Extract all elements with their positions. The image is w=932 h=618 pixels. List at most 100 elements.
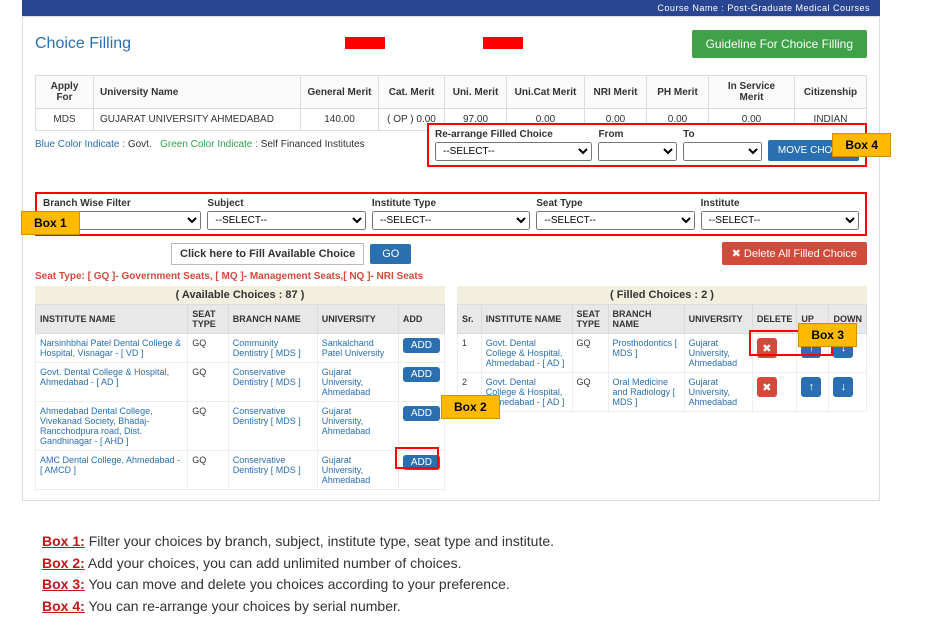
filter-insttype-label: Institute Type	[372, 198, 530, 209]
fill-available-label: Click here to Fill Available Choice	[171, 243, 364, 265]
col-apply-for: Apply For	[36, 76, 94, 109]
acol-univ: UNIVERSITY	[317, 305, 398, 334]
note-box3-head: Box 3:	[42, 576, 85, 592]
move-down-button[interactable]: ↓	[833, 377, 853, 397]
filter-institute-label: Institute	[701, 198, 859, 209]
acol-branch: BRANCH NAME	[228, 305, 317, 334]
acol-inst: INSTITUTE NAME	[36, 305, 188, 334]
table-row: 2 Govt. Dental College & Hospital, Ahmed…	[458, 373, 867, 412]
filter-insttype-select[interactable]: --SELECT--	[372, 211, 530, 230]
cell-branch: Conservative Dentistry [ MDS ]	[228, 451, 317, 490]
note-box1: Box 1: Filter your choices by branch, su…	[42, 531, 880, 553]
seat-type-legend: Seat Type: [ GQ ]- Government Seats, [ M…	[35, 271, 867, 282]
topbar-course-name: Course Name : Post-Graduate Medical Cour…	[657, 3, 870, 13]
note-box4-text: You can re-arrange your choices by seria…	[88, 598, 400, 614]
col-ph: PH Merit	[647, 76, 709, 109]
table-row: AMC Dental College, Ahmedabad - [ AMCD ]…	[36, 451, 445, 490]
topbar: Course Name : Post-Graduate Medical Cour…	[22, 0, 880, 16]
add-button[interactable]: ADD	[403, 406, 440, 421]
cell-branch: Conservative Dentistry [ MDS ]	[228, 363, 317, 402]
note-box1-head: Box 1:	[42, 533, 85, 549]
rearrange-select[interactable]: --SELECT--	[435, 142, 592, 161]
available-choices-panel: ( Available Choices : 87 ) INSTITUTE NAM…	[35, 286, 445, 490]
val-apply-for: MDS	[36, 109, 94, 131]
acol-add: ADD	[398, 305, 444, 334]
cell-branch: Conservative Dentistry [ MDS ]	[228, 402, 317, 451]
redaction-block-2	[483, 37, 523, 49]
cell-seat: GQ	[572, 373, 608, 412]
acol-seat: SEAT TYPE	[188, 305, 229, 334]
col-gen: General Merit	[301, 76, 379, 109]
cell-univ: Sankalchand Patel University	[317, 334, 398, 363]
col-nri: NRI Merit	[585, 76, 647, 109]
filter-subject-label: Subject	[207, 198, 365, 209]
delete-row-button[interactable]: ✖	[757, 377, 777, 397]
add-button[interactable]: ADD	[403, 367, 440, 382]
table-row: Narsinhbhai Patel Dental College & Hospi…	[36, 334, 445, 363]
filter-subject-select[interactable]: --SELECT--	[207, 211, 365, 230]
col-unicat: Uni.Cat Merit	[507, 76, 585, 109]
fcol-branch: BRANCH NAME	[608, 305, 684, 334]
fcol-univ: UNIVERSITY	[684, 305, 752, 334]
rearrange-from-label: From	[598, 129, 677, 140]
filled-choices-panel: ( Filled Choices : 2 ) Sr. INSTITUTE NAM…	[457, 286, 867, 490]
cell-branch: Oral Medicine and Radiology [ MDS ]	[608, 373, 684, 412]
rearrange-to-label: To	[683, 129, 762, 140]
rearrange-to-select[interactable]	[683, 142, 762, 161]
cell-branch: Community Dentistry [ MDS ]	[228, 334, 317, 363]
table-row: Ahmedabad Dental College, Vivekanad Soci…	[36, 402, 445, 451]
rearrange-from-select[interactable]	[598, 142, 677, 161]
guideline-button[interactable]: Guideline For Choice Filling	[692, 30, 867, 58]
legend-blue-lead: Blue Color Indicate :	[35, 139, 125, 150]
val-university: GUJARAT UNIVERSITY AHMEDABAD	[94, 109, 301, 131]
filter-seattype-select[interactable]: --SELECT--	[536, 211, 694, 230]
cell-univ: Gujarat University, Ahmedabad	[317, 363, 398, 402]
available-count: ( Available Choices : 87 )	[35, 286, 445, 304]
cell-branch: Prosthodontics [ MDS ]	[608, 334, 684, 373]
annotation-box1: Box 1	[21, 211, 80, 235]
note-box2-head: Box 2:	[42, 555, 85, 571]
move-up-button[interactable]: ↑	[801, 377, 821, 397]
col-cat: Cat. Merit	[379, 76, 445, 109]
cell-inst: Narsinhbhai Patel Dental College & Hospi…	[36, 334, 188, 363]
col-cit: Citizenship	[795, 76, 867, 109]
filter-seattype-label: Seat Type	[536, 198, 694, 209]
go-button[interactable]: GO	[370, 244, 411, 264]
legend-green-lead: Green Color Indicate :	[160, 139, 258, 150]
note-box4-head: Box 4:	[42, 598, 85, 614]
note-box3-text: You can move and delete you choices acco…	[88, 576, 509, 592]
note-box3: Box 3: You can move and delete you choic…	[42, 574, 880, 596]
filled-table: Sr. INSTITUTE NAME SEAT TYPE BRANCH NAME…	[457, 304, 867, 412]
filters-box: Branch Wise Filter MDS Subject --SELECT-…	[35, 192, 867, 236]
delete-all-button[interactable]: ✖ Delete All Filled Choice	[722, 242, 867, 265]
cell-seat: GQ	[188, 402, 229, 451]
annotation-box4: Box 4	[832, 133, 891, 157]
filled-count: ( Filled Choices : 2 )	[457, 286, 867, 304]
cell-seat: GQ	[188, 451, 229, 490]
fcol-seat: SEAT TYPE	[572, 305, 608, 334]
redaction-block-1	[345, 37, 385, 49]
filter-institute-select[interactable]: --SELECT--	[701, 211, 859, 230]
cell-univ: Gujarat University, Ahmedabad	[317, 451, 398, 490]
legend-green-val: Self Financed Institutes	[261, 139, 365, 150]
col-serv: In Service Merit	[709, 76, 795, 109]
cell-inst: AMC Dental College, Ahmedabad - [ AMCD ]	[36, 451, 188, 490]
cell-sr: 1	[458, 334, 482, 373]
add-button[interactable]: ADD	[403, 338, 440, 353]
val-gen: 140.00	[301, 109, 379, 131]
cell-seat: GQ	[188, 334, 229, 363]
cell-univ: Gujarat University, Ahmedabad	[317, 402, 398, 451]
page-title: Choice Filling	[35, 35, 131, 53]
cell-univ: Gujarat University, Ahmedabad	[684, 334, 752, 373]
note-box2: Box 2: Add your choices, you can add unl…	[42, 553, 880, 575]
note-box1-text: Filter your choices by branch, subject, …	[89, 533, 554, 549]
annotation-box3: Box 3	[798, 323, 857, 347]
rearrange-box: Re-arrange Filled Choice --SELECT-- From…	[427, 123, 867, 167]
cell-inst: Govt. Dental College & Hospital, Ahmedab…	[36, 363, 188, 402]
cell-univ: Gujarat University, Ahmedabad	[684, 373, 752, 412]
available-table: INSTITUTE NAME SEAT TYPE BRANCH NAME UNI…	[35, 304, 445, 490]
rearrange-title: Re-arrange Filled Choice	[435, 129, 592, 140]
box2-outline	[395, 447, 439, 469]
annotation-box2: Box 2	[441, 395, 500, 419]
filter-branch-label: Branch Wise Filter	[43, 198, 201, 209]
